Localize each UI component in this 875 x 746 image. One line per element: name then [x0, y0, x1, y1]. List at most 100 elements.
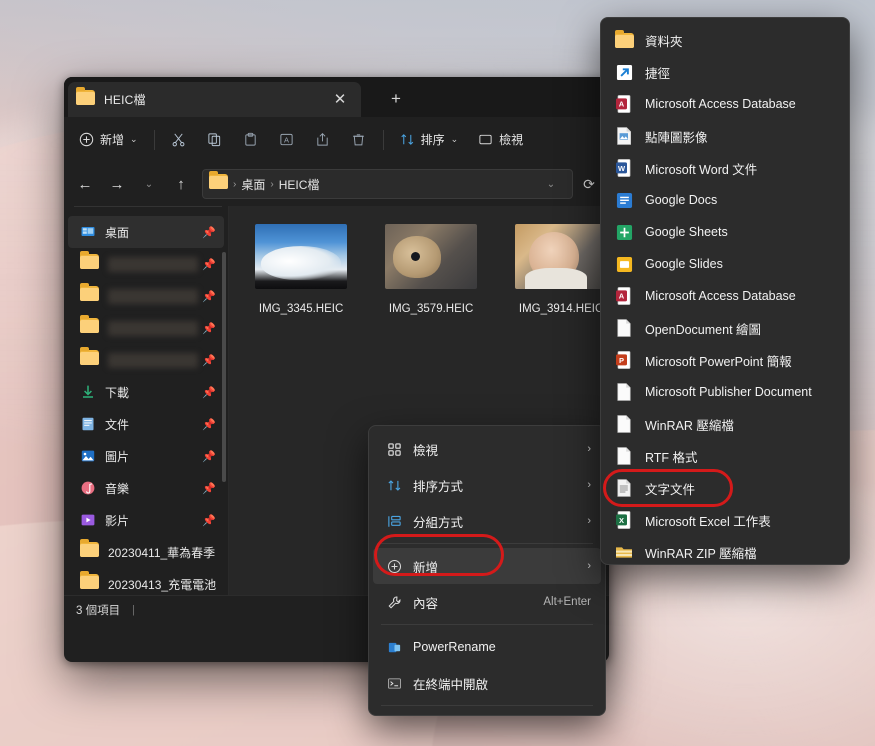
window-title-bar: HEIC檔 ✕ + — [64, 77, 609, 117]
copy-button[interactable] — [198, 124, 232, 156]
context-menu-item-open-in-terminal[interactable]: 在終端中開啟 — [373, 665, 601, 701]
submenu-item-bitmap[interactable]: 點陣圖影像 — [605, 120, 845, 152]
context-menu-item-groupby[interactable]: 分組方式 › — [373, 503, 601, 539]
back-button[interactable]: ← — [70, 169, 100, 199]
submenu-label-google-docs: Google Docs — [645, 193, 717, 207]
context-menu: 檢視 › 排序方式 › 分組方式 › 新增 › 內容 Alt+Enter — [368, 425, 606, 716]
submenu-item-opendocument-drawing[interactable]: OpenDocument 繪圖 — [605, 312, 845, 344]
submenu-item-publisher-document[interactable]: Microsoft Publisher Document — [605, 376, 845, 408]
nav-scrollbar[interactable] — [222, 252, 226, 482]
context-menu-item-show-more-options[interactable]: 顯示其他選項 — [373, 710, 601, 716]
paste-button[interactable] — [234, 124, 268, 156]
context-menu-item-sortby[interactable]: 排序方式 › — [373, 467, 601, 503]
sidebar-label-downloads: 下載 — [105, 384, 129, 401]
submenu-label-winrar-archive: WinRAR 壓縮檔 — [645, 415, 734, 434]
gsheets-icon — [613, 221, 635, 243]
submenu-item-winrar-zip[interactable]: WinRAR ZIP 壓縮檔 — [605, 536, 845, 565]
submenu-item-text-document[interactable]: 文字文件 — [605, 472, 845, 504]
address-breadcrumb-box[interactable]: › 桌面 › HEIC檔 ⌄ — [202, 169, 573, 199]
chevron-right-icon: › — [587, 515, 591, 527]
sidebar-label-redacted-3 — [108, 321, 198, 336]
sidebar-item-desktop[interactable]: 桌面 📌 — [68, 216, 224, 248]
sidebar-item-music[interactable]: 音樂 📌 — [68, 472, 224, 504]
submenu-item-google-docs[interactable]: Google Docs — [605, 184, 845, 216]
close-icon[interactable]: ✕ — [327, 87, 353, 113]
sidebar-item-redacted-3[interactable]: 📌 — [68, 312, 224, 344]
bitmap-icon — [613, 125, 635, 147]
file-thumbnail — [515, 224, 607, 289]
new-button-label: 新增 — [100, 131, 124, 148]
view-button[interactable]: 檢視 — [469, 124, 532, 156]
submenu-item-powerpoint[interactable]: P Microsoft PowerPoint 簡報 — [605, 344, 845, 376]
submenu-item-rtf[interactable]: RTF 格式 — [605, 440, 845, 472]
submenu-item-folder[interactable]: 資料夾 — [605, 24, 845, 56]
sort-icon — [400, 132, 415, 147]
submenu-item-access-database-1[interactable]: A Microsoft Access Database — [605, 88, 845, 120]
submenu-item-access-database-2[interactable]: A Microsoft Access Database — [605, 280, 845, 312]
share-button[interactable] — [306, 124, 340, 156]
navigation-pane: 桌面 📌 📌 📌 📌 📌 — [64, 206, 229, 595]
pin-icon: 📌 — [202, 354, 216, 367]
context-menu-item-powerrename[interactable]: PowerRename — [373, 629, 601, 665]
new-tab-button[interactable]: + — [382, 86, 410, 112]
sidebar-item-videos[interactable]: 影片 📌 — [68, 504, 224, 536]
music-icon — [80, 480, 96, 496]
sidebar-item-folder-20230411[interactable]: 20230411_華為春季 — [68, 536, 224, 568]
refresh-button[interactable]: ⟳ — [575, 170, 603, 198]
cut-button[interactable] — [162, 124, 196, 156]
submenu-label-bitmap: 點陣圖影像 — [645, 127, 708, 146]
submenu-item-winrar-archive[interactable]: WinRAR 壓縮檔 — [605, 408, 845, 440]
submenu-item-excel-worksheet[interactable]: X Microsoft Excel 工作表 — [605, 504, 845, 536]
new-button[interactable]: 新增 ⌄ — [70, 124, 147, 156]
sort-icon — [383, 478, 405, 493]
context-menu-label-new: 新增 — [413, 557, 438, 576]
up-button[interactable]: ↑ — [166, 169, 196, 199]
submenu-label-winrar-zip: WinRAR ZIP 壓縮檔 — [645, 543, 757, 562]
breadcrumb-item-1[interactable]: HEIC檔 — [279, 176, 320, 193]
forward-button[interactable]: → — [102, 169, 132, 199]
file-item[interactable]: IMG_3914.HEIC — [507, 224, 609, 315]
submenu-item-shortcut[interactable]: 捷徑 — [605, 56, 845, 88]
sidebar-item-redacted-4[interactable]: 📌 — [68, 344, 224, 376]
new-item-submenu: 資料夾 捷徑 A Microsoft Access Database 點陣圖影像… — [600, 17, 850, 565]
sidebar-item-downloads[interactable]: 下載 📌 — [68, 376, 224, 408]
copy-icon — [207, 132, 222, 147]
submenu-label-google-sheets: Google Sheets — [645, 225, 728, 239]
blank-doc-icon — [613, 413, 635, 435]
chevron-right-icon: › — [587, 443, 591, 455]
address-dropdown-icon[interactable]: ⌄ — [536, 169, 566, 199]
context-menu-divider-1 — [381, 543, 593, 544]
context-menu-item-view[interactable]: 檢視 › — [373, 431, 601, 467]
rename-icon: A — [279, 132, 294, 147]
winrarzip-icon — [613, 541, 635, 563]
pictures-icon — [80, 448, 96, 464]
sidebar-item-redacted-2[interactable]: 📌 — [68, 280, 224, 312]
rename-button[interactable]: A — [270, 124, 304, 156]
pin-icon: 📌 — [202, 226, 216, 239]
context-menu-item-new[interactable]: 新增 › — [373, 548, 601, 584]
submenu-label-access-database-2: Microsoft Access Database — [645, 289, 796, 303]
sidebar-item-pictures[interactable]: 圖片 📌 — [68, 440, 224, 472]
folder-icon-breadcrumb — [209, 174, 228, 194]
sidebar-item-folder-20230413[interactable]: 20230413_充電電池 — [68, 568, 224, 600]
breadcrumb-item-0[interactable]: 桌面 — [241, 176, 265, 193]
sidebar-item-documents[interactable]: 文件 📌 — [68, 408, 224, 440]
submenu-item-google-slides[interactable]: Google Slides — [605, 248, 845, 280]
chevron-right-icon: › — [587, 479, 591, 491]
folder-icon — [80, 286, 99, 306]
context-menu-item-properties[interactable]: 內容 Alt+Enter — [373, 584, 601, 620]
folder-icon — [80, 574, 99, 594]
file-item[interactable]: IMG_3579.HEIC — [377, 224, 485, 315]
explorer-tab[interactable]: HEIC檔 ✕ — [68, 82, 361, 117]
submenu-item-google-sheets[interactable]: Google Sheets — [605, 216, 845, 248]
sidebar-item-redacted-1[interactable]: 📌 — [68, 248, 224, 280]
delete-button[interactable] — [342, 124, 376, 156]
sidebar-label-redacted-1 — [108, 257, 198, 272]
recent-locations-button[interactable]: ⌄ — [134, 169, 164, 199]
context-menu-label-view: 檢視 — [413, 440, 438, 459]
submenu-item-word-document[interactable]: W Microsoft Word 文件 — [605, 152, 845, 184]
file-item[interactable]: IMG_3345.HEIC — [247, 224, 355, 315]
gslides-icon — [613, 253, 635, 275]
context-menu-label-properties: 內容 — [413, 593, 438, 612]
sort-button[interactable]: 排序 ⌄ — [391, 124, 468, 156]
